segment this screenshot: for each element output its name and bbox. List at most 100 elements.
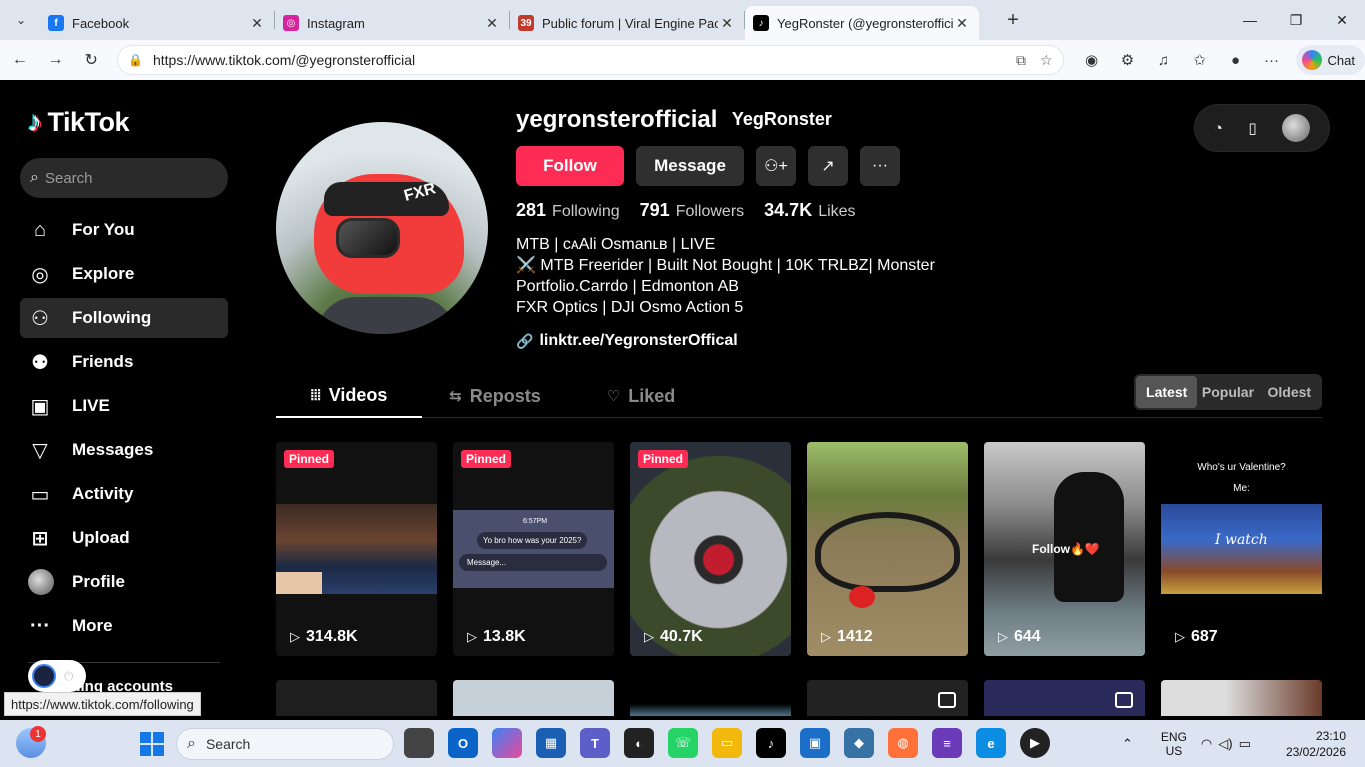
task-view-icon[interactable] [404, 728, 434, 758]
tiktok-logo[interactable]: ♪ TikTok [28, 106, 130, 138]
media-player-icon[interactable]: ▶ [1020, 728, 1050, 758]
tab-videos[interactable]: ⦙⦙⦙ Videos [276, 374, 422, 418]
sidebar-item-explore[interactable]: ◎ Explore [20, 254, 228, 294]
video-card[interactable]: 6:57PM Yo bro how was your 2025? Message… [453, 442, 614, 656]
battery-icon[interactable]: ▭ [1239, 736, 1251, 752]
open-in-app-icon[interactable]: ⧉ [1016, 52, 1026, 69]
close-tab-icon[interactable]: ✕ [483, 15, 501, 32]
video-card-row2[interactable] [630, 680, 791, 716]
reading-list-icon[interactable]: ♫ [1146, 45, 1182, 75]
bio-link[interactable]: 🔗 linktr.ee/YegronsterOffical [516, 332, 738, 350]
photos-icon[interactable]: ▣ [800, 728, 830, 758]
tab-actions-menu[interactable]: ⌄ [6, 5, 36, 35]
sidebar-item-friends[interactable]: ⚉ Friends [20, 342, 228, 382]
video-card[interactable]: ▷ 1412 [807, 442, 968, 656]
browser-profile-icon[interactable]: ● [1218, 45, 1254, 75]
url-field[interactable]: 🔒 https://www.tiktok.com/@yegronsteroffi… [117, 45, 1064, 75]
search-icon: ⌕ [30, 169, 39, 186]
minimize-button[interactable]: — [1227, 0, 1273, 40]
stat-followers[interactable]: 791 Followers [640, 200, 745, 221]
sidebar-item-label: Upload [72, 528, 130, 547]
device-icon[interactable]: ▯ [1248, 119, 1256, 137]
browser-tab[interactable]: f Facebook ✕ [40, 6, 274, 40]
sidebar-item-for-you[interactable]: ⌂ For You [20, 210, 228, 250]
video-card[interactable]: Who's ur Valentine? Me: I watch ▷ 687 [1161, 442, 1322, 656]
add-friend-button[interactable]: ⚇+ [756, 146, 796, 186]
favorite-star-icon[interactable]: ☆ [1040, 52, 1053, 69]
live-toggle[interactable]: ⏻ [28, 660, 86, 692]
firefox-icon[interactable]: ◍ [888, 728, 918, 758]
edge-icon[interactable]: e [976, 728, 1006, 758]
video-card-row2[interactable] [984, 680, 1145, 716]
search-input[interactable]: ⌕ Search [20, 158, 228, 198]
sidebar-item-profile[interactable]: Profile [20, 562, 228, 602]
sidebar-item-live[interactable]: ▣ LIVE [20, 386, 228, 426]
browser-tab[interactable]: ♪ YegRonster (@yegronsterofficial) | TikT… [745, 6, 979, 40]
stat-following[interactable]: 281 Following [516, 200, 620, 221]
language-indicator[interactable]: ENG US [1161, 730, 1187, 758]
close-tab-icon[interactable]: ✕ [718, 15, 736, 32]
stack-app-icon[interactable]: ≡ [932, 728, 962, 758]
copilot-app-icon[interactable] [492, 728, 522, 758]
account-avatar[interactable] [1282, 114, 1311, 142]
coins-icon[interactable]: ◔ [1214, 120, 1223, 137]
forward-button[interactable]: → [40, 44, 72, 76]
taskbar-clock[interactable]: 23:10 23/02/2026 [1282, 728, 1346, 760]
repost-icon: ⇆ [449, 388, 462, 405]
browser-tab[interactable]: ◎ Instagram ✕ [275, 6, 509, 40]
video-card-row2[interactable] [453, 680, 614, 716]
settings-more-icon[interactable]: ··· [1254, 45, 1290, 75]
extensions-icon[interactable]: ⚙ [1110, 45, 1146, 75]
close-tab-icon[interactable]: ✕ [248, 15, 266, 32]
new-tab-button[interactable]: + [999, 6, 1027, 34]
volume-icon[interactable]: ◁) [1218, 736, 1232, 752]
bio-link-text[interactable]: linktr.ee/YegronsterOffical [539, 332, 737, 350]
sidebar-item-upload[interactable]: ⊞ Upload [20, 518, 228, 558]
sort-latest[interactable]: Latest [1136, 376, 1198, 408]
url-text[interactable]: https://www.tiktok.com/@yegronsteroffici… [153, 52, 1002, 68]
share-button[interactable]: ↗ [808, 146, 848, 186]
file-explorer-icon[interactable]: ▭ [712, 728, 742, 758]
lock-icon[interactable]: 🔒 [128, 53, 143, 67]
copilot-chat-button[interactable]: Chat [1295, 45, 1365, 75]
back-button[interactable]: ← [4, 44, 36, 76]
tab-liked[interactable]: ♡ Liked [568, 374, 714, 418]
outlook-icon[interactable]: O [448, 728, 478, 758]
video-card[interactable]: Pinned ▷ 314.8K [276, 442, 437, 656]
davinci-icon[interactable]: ◐ [624, 728, 654, 758]
whatsapp-icon[interactable]: ☏ [668, 728, 698, 758]
favorites-icon[interactable]: ✩ [1182, 45, 1218, 75]
profile-avatar[interactable]: FXR [276, 122, 488, 334]
close-tab-icon[interactable]: ✕ [953, 15, 971, 32]
sidebar-item-more[interactable]: ··· More [20, 606, 228, 646]
more-options-button[interactable]: ··· [860, 146, 900, 186]
python-icon[interactable]: ◆ [844, 728, 874, 758]
extension-search-icon[interactable]: ◉ [1074, 45, 1110, 75]
sidebar-item-messages[interactable]: ▽ Messages [20, 430, 228, 470]
search-placeholder: Search [44, 169, 93, 187]
sort-oldest[interactable]: Oldest [1259, 376, 1320, 408]
tiktok-app-icon[interactable]: ♪ [756, 728, 786, 758]
sidebar-item-activity[interactable]: ▭ Activity [20, 474, 228, 514]
store-icon[interactable]: ▦ [536, 728, 566, 758]
maximize-button[interactable]: ❐ [1273, 0, 1319, 40]
video-card-row2[interactable] [807, 680, 968, 716]
follow-button[interactable]: Follow [516, 146, 624, 186]
start-button[interactable] [140, 732, 164, 756]
close-window-button[interactable]: ✕ [1319, 0, 1365, 40]
wifi-icon[interactable]: ◠ [1201, 736, 1212, 752]
browser-tab[interactable]: 39 Public forum | Viral Engine Pack ✕ [510, 6, 744, 40]
taskbar-search[interactable]: ⌕ Search [176, 728, 394, 760]
teams-icon[interactable]: T [580, 728, 610, 758]
video-card[interactable]: Follow🔥❤️ ▷ 644 [984, 442, 1145, 656]
sort-popular[interactable]: Popular [1197, 376, 1258, 408]
show-hidden-icons[interactable]: ⌃ [1122, 736, 1133, 752]
refresh-button[interactable]: ↻ [75, 44, 107, 76]
tab-reposts[interactable]: ⇆ Reposts [422, 374, 568, 418]
video-card-row2[interactable] [276, 680, 437, 716]
video-card[interactable]: Pinned ▷ 40.7K [630, 442, 791, 656]
message-button[interactable]: Message [636, 146, 744, 186]
chat-label: Chat [1327, 52, 1355, 68]
video-card-row2[interactable] [1161, 680, 1322, 716]
sidebar-item-following[interactable]: ⚇ Following [20, 298, 228, 338]
